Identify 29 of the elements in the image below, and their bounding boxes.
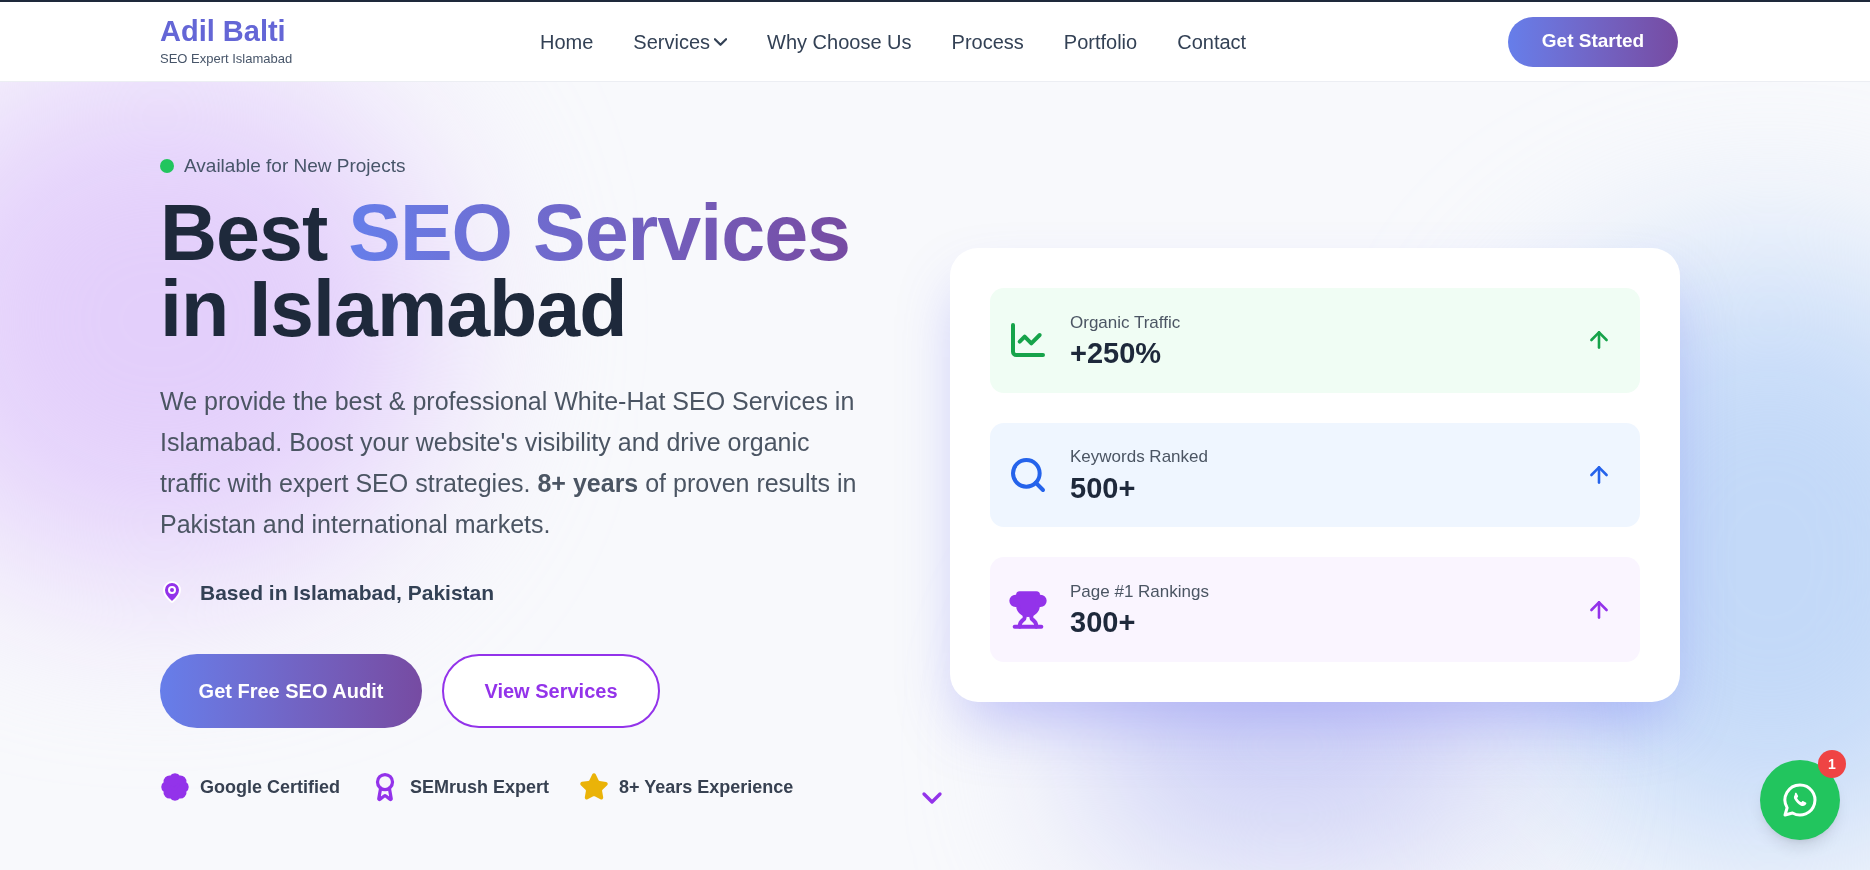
nav-link[interactable]: Home bbox=[540, 26, 594, 57]
nav-link[interactable]: Process bbox=[951, 26, 1024, 57]
location-text: Based in Islamabad, Pakistan bbox=[200, 579, 495, 606]
seal-icon bbox=[160, 772, 190, 802]
nav-link[interactable]: Services bbox=[633, 26, 728, 57]
search-icon bbox=[1008, 455, 1048, 495]
brand-tagline: SEO Expert Islamabad bbox=[160, 49, 294, 68]
nav-link[interactable]: Portfolio bbox=[1063, 26, 1138, 57]
stat-label: Organic Traffic bbox=[1070, 311, 1181, 334]
hero-headline: Best SEO Services in Islamabad bbox=[160, 194, 852, 347]
stat-value: 300+ bbox=[1070, 605, 1137, 641]
get-started-button[interactable]: Get Started bbox=[1508, 16, 1678, 67]
nav-link[interactable]: Contact bbox=[1177, 26, 1247, 57]
stat-label: Keywords Ranked bbox=[1070, 446, 1208, 469]
hero-description: We provide the best & professional White-Hat SEO Services in Islamabad. Boost your website's visibility and drive organic traffic with expert SEO strategies. 8+ years of proven results in Pakistan and international markets. bbox=[160, 385, 858, 540]
stat-value: 500+ bbox=[1070, 470, 1137, 506]
view-services-button[interactable]: View Services bbox=[442, 654, 660, 728]
badge-label: SEMrush Expert bbox=[410, 775, 550, 799]
nav-link[interactable]: Why Choose Us bbox=[767, 26, 912, 57]
location-pin-icon bbox=[160, 580, 184, 605]
badge-label: Google Certified bbox=[200, 775, 340, 799]
audit-button[interactable]: Get Free SEO Audit bbox=[160, 654, 422, 728]
star-icon bbox=[579, 772, 610, 802]
stat-value: +250% bbox=[1070, 336, 1163, 372]
trophy-icon bbox=[1008, 589, 1048, 630]
status-text: Available for New Projects bbox=[184, 154, 406, 178]
brand-name[interactable]: Adil Balti bbox=[160, 14, 460, 47]
stat-label: Page #1 Rankings bbox=[1070, 580, 1209, 603]
badge-label: 8+ Years Experience bbox=[619, 775, 794, 799]
